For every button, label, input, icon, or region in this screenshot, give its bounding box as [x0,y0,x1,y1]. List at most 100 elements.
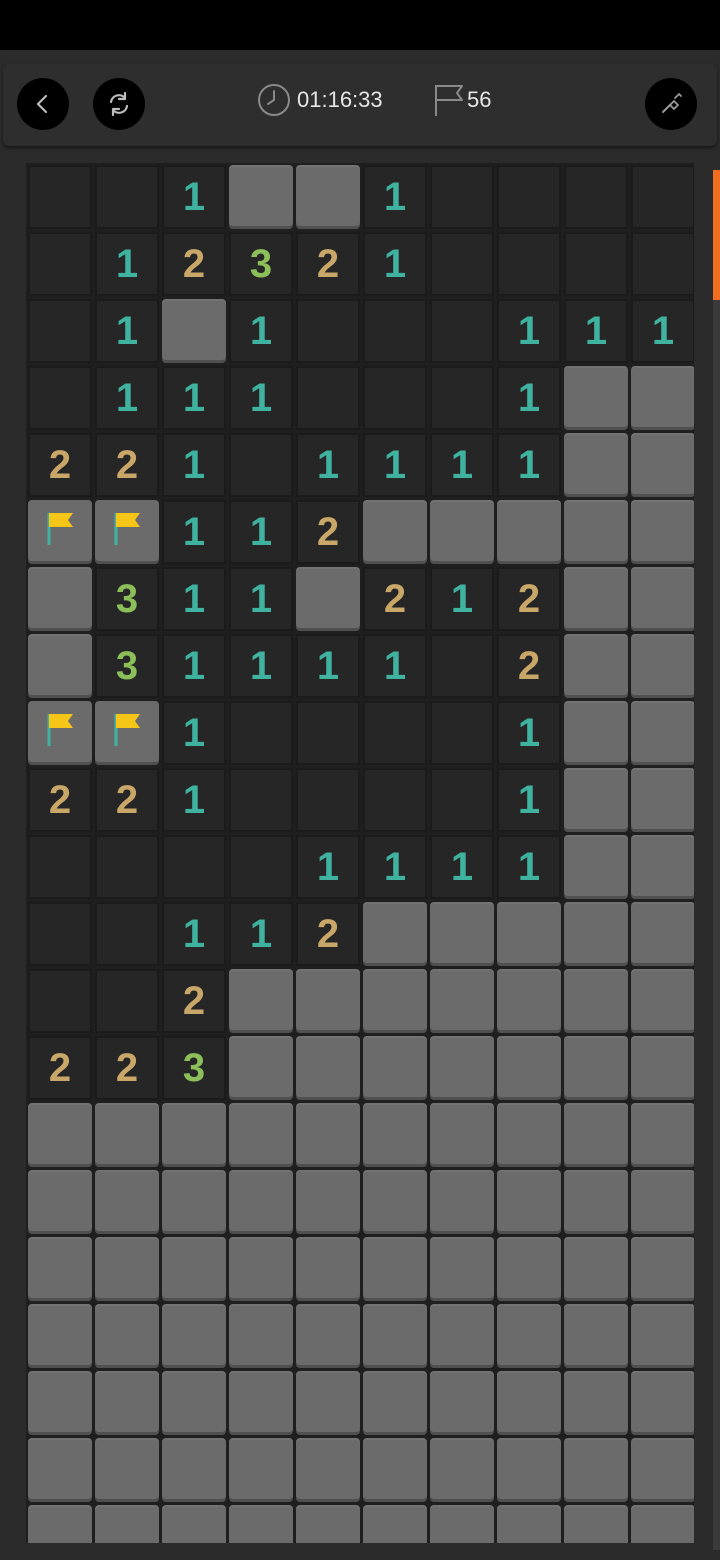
cell-closed[interactable] [296,1103,360,1167]
cell-closed[interactable] [162,299,226,363]
cell-closed[interactable] [564,433,628,497]
cell-open[interactable] [296,701,360,765]
cell-number[interactable]: 1 [363,835,427,899]
cell-number[interactable]: 1 [95,299,159,363]
cell-closed[interactable] [296,1371,360,1435]
cell-closed[interactable] [430,1505,494,1543]
cell-flagged[interactable] [28,701,92,765]
cell-closed[interactable] [296,567,360,631]
cell-number[interactable]: 1 [296,634,360,698]
cell-closed[interactable] [631,1371,694,1435]
cell-open[interactable] [95,165,159,229]
cell-number[interactable]: 2 [497,634,561,698]
cell-closed[interactable] [28,1103,92,1167]
cell-closed[interactable] [631,1237,694,1301]
cell-closed[interactable] [564,1170,628,1234]
cell-closed[interactable] [28,634,92,698]
cell-closed[interactable] [28,1371,92,1435]
cell-closed[interactable] [95,1237,159,1301]
cell-closed[interactable] [564,1371,628,1435]
cell-number[interactable]: 1 [363,165,427,229]
cell-closed[interactable] [430,1438,494,1502]
cell-closed[interactable] [363,1170,427,1234]
cell-closed[interactable] [162,1438,226,1502]
cell-open[interactable] [430,634,494,698]
cell-closed[interactable] [296,1438,360,1502]
cell-closed[interactable] [229,969,293,1033]
cell-closed[interactable] [497,500,561,564]
cell-closed[interactable] [631,835,694,899]
cell-closed[interactable] [631,1304,694,1368]
cell-number[interactable]: 1 [162,634,226,698]
cell-closed[interactable] [564,768,628,832]
cell-number[interactable]: 1 [162,366,226,430]
cell-number[interactable]: 1 [229,567,293,631]
cell-closed[interactable] [497,1438,561,1502]
cell-closed[interactable] [497,1170,561,1234]
cell-number[interactable]: 1 [229,634,293,698]
cell-number[interactable]: 1 [363,634,427,698]
cell-closed[interactable] [95,1304,159,1368]
cell-closed[interactable] [28,567,92,631]
cell-closed[interactable] [631,969,694,1033]
cell-closed[interactable] [564,634,628,698]
cell-closed[interactable] [430,1304,494,1368]
cell-number[interactable]: 3 [229,232,293,296]
cell-closed[interactable] [296,969,360,1033]
cell-closed[interactable] [363,1103,427,1167]
cell-closed[interactable] [631,1170,694,1234]
cell-open[interactable] [363,768,427,832]
cell-number[interactable]: 3 [95,567,159,631]
cell-open[interactable] [28,299,92,363]
cell-open[interactable] [631,232,694,296]
scrollbar-thumb[interactable] [713,170,720,300]
cell-closed[interactable] [296,1170,360,1234]
cell-open[interactable] [363,701,427,765]
cell-closed[interactable] [564,1036,628,1100]
cell-closed[interactable] [564,1103,628,1167]
cell-open[interactable] [229,835,293,899]
cell-number[interactable]: 1 [296,433,360,497]
cell-open[interactable] [296,299,360,363]
cell-number[interactable]: 1 [363,433,427,497]
cell-closed[interactable] [430,1237,494,1301]
cell-number[interactable]: 1 [162,902,226,966]
cell-closed[interactable] [631,433,694,497]
cell-closed[interactable] [363,1505,427,1543]
cell-closed[interactable] [631,500,694,564]
cell-closed[interactable] [363,902,427,966]
cell-closed[interactable] [497,969,561,1033]
cell-open[interactable] [28,232,92,296]
cell-number[interactable]: 2 [296,232,360,296]
cell-closed[interactable] [162,1505,226,1543]
cell-closed[interactable] [363,1304,427,1368]
cell-closed[interactable] [95,1170,159,1234]
cell-open[interactable] [430,232,494,296]
cell-closed[interactable] [631,902,694,966]
cell-number[interactable]: 1 [497,768,561,832]
cell-open[interactable] [430,299,494,363]
cell-number[interactable]: 1 [497,433,561,497]
cell-number[interactable]: 2 [162,232,226,296]
cell-closed[interactable] [564,969,628,1033]
cell-number[interactable]: 1 [162,768,226,832]
cell-number[interactable]: 1 [162,567,226,631]
cell-number[interactable]: 2 [95,768,159,832]
back-button[interactable] [17,78,69,130]
cell-closed[interactable] [95,1505,159,1543]
dig-mode-button[interactable] [645,78,697,130]
cell-number[interactable]: 2 [497,567,561,631]
cell-closed[interactable] [229,1438,293,1502]
cell-number[interactable]: 1 [564,299,628,363]
cell-number[interactable]: 1 [430,433,494,497]
cell-closed[interactable] [296,1304,360,1368]
cell-open[interactable] [95,835,159,899]
cell-open[interactable] [363,299,427,363]
cell-open[interactable] [229,433,293,497]
cell-number[interactable]: 2 [28,433,92,497]
cell-closed[interactable] [564,835,628,899]
cell-closed[interactable] [430,500,494,564]
cell-closed[interactable] [28,1237,92,1301]
cell-open[interactable] [95,969,159,1033]
cell-number[interactable]: 3 [162,1036,226,1100]
